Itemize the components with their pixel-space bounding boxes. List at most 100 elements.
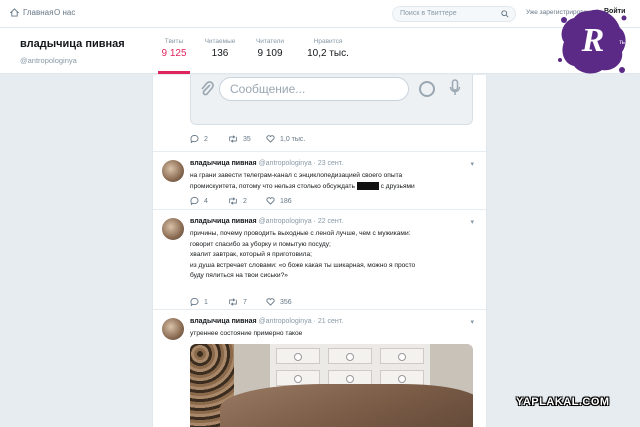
like-button[interactable]: 1,0 тыс. (266, 135, 316, 143)
avatar[interactable] (162, 218, 184, 240)
retweet-icon (229, 298, 237, 306)
reply-icon (190, 197, 199, 205)
stat-label: Твиты (164, 38, 184, 45)
profile-handle[interactable]: @antropologinya (20, 56, 77, 65)
timeline: Сообщение... 2 35 1,0 тыс. владычица пив… (152, 75, 487, 427)
retweet-button[interactable]: 2 (228, 197, 266, 205)
heart-icon (266, 298, 275, 306)
nav-home-label: Главная (23, 8, 54, 17)
tweet-meta: @antropologinya · 22 сент. (258, 218, 344, 225)
stat-label: Читаемые (204, 38, 236, 45)
logo-tail-text: ть (619, 40, 625, 46)
chevron-down-icon[interactable]: ▾ (470, 318, 474, 326)
embedded-message-screenshot: Сообщение... (190, 75, 473, 125)
stat-value: 10,2 тыс. (307, 48, 349, 59)
tweet-item[interactable]: владычица пивная @antropologinya · 22 се… (153, 209, 486, 309)
tweet-line: причины, почему проводить выходные с лен… (190, 230, 411, 237)
reply-icon (190, 298, 199, 306)
photo-blanket (220, 384, 473, 427)
profile-name: владычица пивная (20, 38, 125, 50)
tweet-author-name[interactable]: владычица пивная (190, 218, 257, 225)
tweet-line: промискуитета, потому что нельзя столько… (190, 182, 355, 190)
tweet-meta: @antropologinya · 21 сент. (258, 318, 344, 325)
tweet-item[interactable]: владычица пивная @antropologinya · 23 се… (153, 151, 486, 209)
tweet-line-with-redaction: промискуитета, потому что нельзя столько… (190, 181, 480, 193)
retweet-icon (229, 197, 237, 205)
heart-icon (266, 135, 275, 143)
tweet-text: причины, почему проводить выходные с лен… (190, 229, 480, 282)
tweet-line: утреннее состояние примерно такое (190, 330, 303, 337)
photo-knob (398, 375, 406, 383)
retweet-count: 7 (243, 298, 247, 306)
redaction-box (356, 181, 379, 190)
photo-knob (294, 353, 302, 361)
like-count: 356 (280, 298, 292, 306)
microphone-icon (449, 79, 461, 95)
like-count: 1,0 тыс. (280, 135, 306, 143)
retweet-button[interactable]: 7 (228, 298, 266, 306)
search-input[interactable]: Поиск в Твиттере (392, 6, 516, 22)
tweet-header: владычица пивная @antropologinya · 23 се… (190, 160, 343, 167)
tweet-text: утреннее состояние примерно такое (190, 329, 480, 340)
reply-count: 1 (204, 298, 208, 306)
reply-button[interactable]: 4 (190, 197, 228, 205)
tweet-actions: 2 35 1,0 тыс. (190, 135, 316, 143)
profile-header: владычица пивная @antropologinya Твиты 9… (0, 28, 640, 74)
home-icon (10, 8, 19, 17)
heart-icon (266, 197, 275, 205)
chevron-down-icon[interactable]: ▾ (470, 160, 474, 168)
retweet-count: 35 (243, 135, 251, 143)
watermark: YAPLAKAL.COM (516, 396, 610, 408)
retweet-count: 2 (243, 197, 247, 205)
tweet-line: буду пялиться на твои сиськи?» (190, 272, 288, 280)
tweet-actions: 1 7 356 (190, 298, 316, 306)
top-navigation: Главная О нас Поиск в Твиттере Уже зарег… (0, 0, 640, 28)
like-button[interactable]: 356 (266, 298, 316, 306)
search-icon[interactable] (501, 10, 509, 18)
retweet-icon (229, 135, 237, 143)
photo-drawer (380, 348, 424, 364)
avatar[interactable] (162, 160, 184, 182)
logo-letter: R (581, 22, 605, 59)
sticker-icon (419, 81, 435, 97)
stat-tweets[interactable]: Твиты 9 125 (158, 38, 190, 74)
reply-icon (190, 135, 199, 143)
stat-label: Читатели (255, 38, 285, 45)
tweet-author-name[interactable]: владычица пивная (190, 160, 257, 167)
search-placeholder: Поиск в Твиттере (400, 10, 457, 17)
tweet-meta: @antropologinya · 23 сент. (258, 160, 344, 167)
tweet-header: владычица пивная @antropologinya · 21 се… (190, 318, 343, 325)
tweet-text: на грани завести телеграм-канал с энцикл… (190, 171, 480, 192)
tweet-line: хвалит завтрак, который я приготовила; (190, 251, 312, 259)
tweet-line-tail: с друзьями (380, 182, 415, 190)
reply-button[interactable]: 1 (190, 298, 228, 306)
nav-about-label: О нас (54, 8, 76, 17)
nav-about[interactable]: О нас (54, 8, 75, 17)
paperclip-icon (201, 81, 214, 96)
stat-value: 9 109 (257, 48, 283, 59)
reply-button[interactable]: 2 (190, 135, 228, 143)
stat-followers[interactable]: Читатели 9 109 (250, 38, 290, 59)
tweet-line: говорит спасибо за уборку и помытую посу… (190, 240, 331, 248)
retweet-button[interactable]: 35 (228, 135, 266, 143)
tweet-author-name[interactable]: владычица пивная (190, 318, 257, 325)
stat-likes[interactable]: Нравится 10,2 тыс. (300, 38, 356, 59)
like-button[interactable]: 186 (266, 197, 316, 205)
reply-count: 4 (204, 197, 208, 205)
tweet-line: из душа встречает словами: «о боже какая… (190, 261, 416, 269)
nav-home[interactable]: Главная (10, 8, 53, 17)
chevron-down-icon[interactable]: ▾ (470, 218, 474, 226)
photo-knob (346, 375, 354, 383)
tweet-header: владычица пивная @antropologinya · 22 се… (190, 218, 343, 225)
site-logo: R ть (558, 9, 627, 74)
photo-knob (294, 375, 302, 383)
like-count: 186 (280, 197, 292, 205)
reply-count: 2 (204, 135, 208, 143)
tweet-item[interactable]: владычица пивная @antropologinya · 21 се… (153, 309, 486, 427)
avatar[interactable] (162, 318, 184, 340)
tweet-photo[interactable] (190, 344, 473, 427)
stat-label: Нравится (313, 38, 343, 45)
photo-drawer (328, 348, 372, 364)
stat-value: 9 125 (161, 48, 187, 59)
stat-following[interactable]: Читаемые 136 (200, 38, 240, 59)
